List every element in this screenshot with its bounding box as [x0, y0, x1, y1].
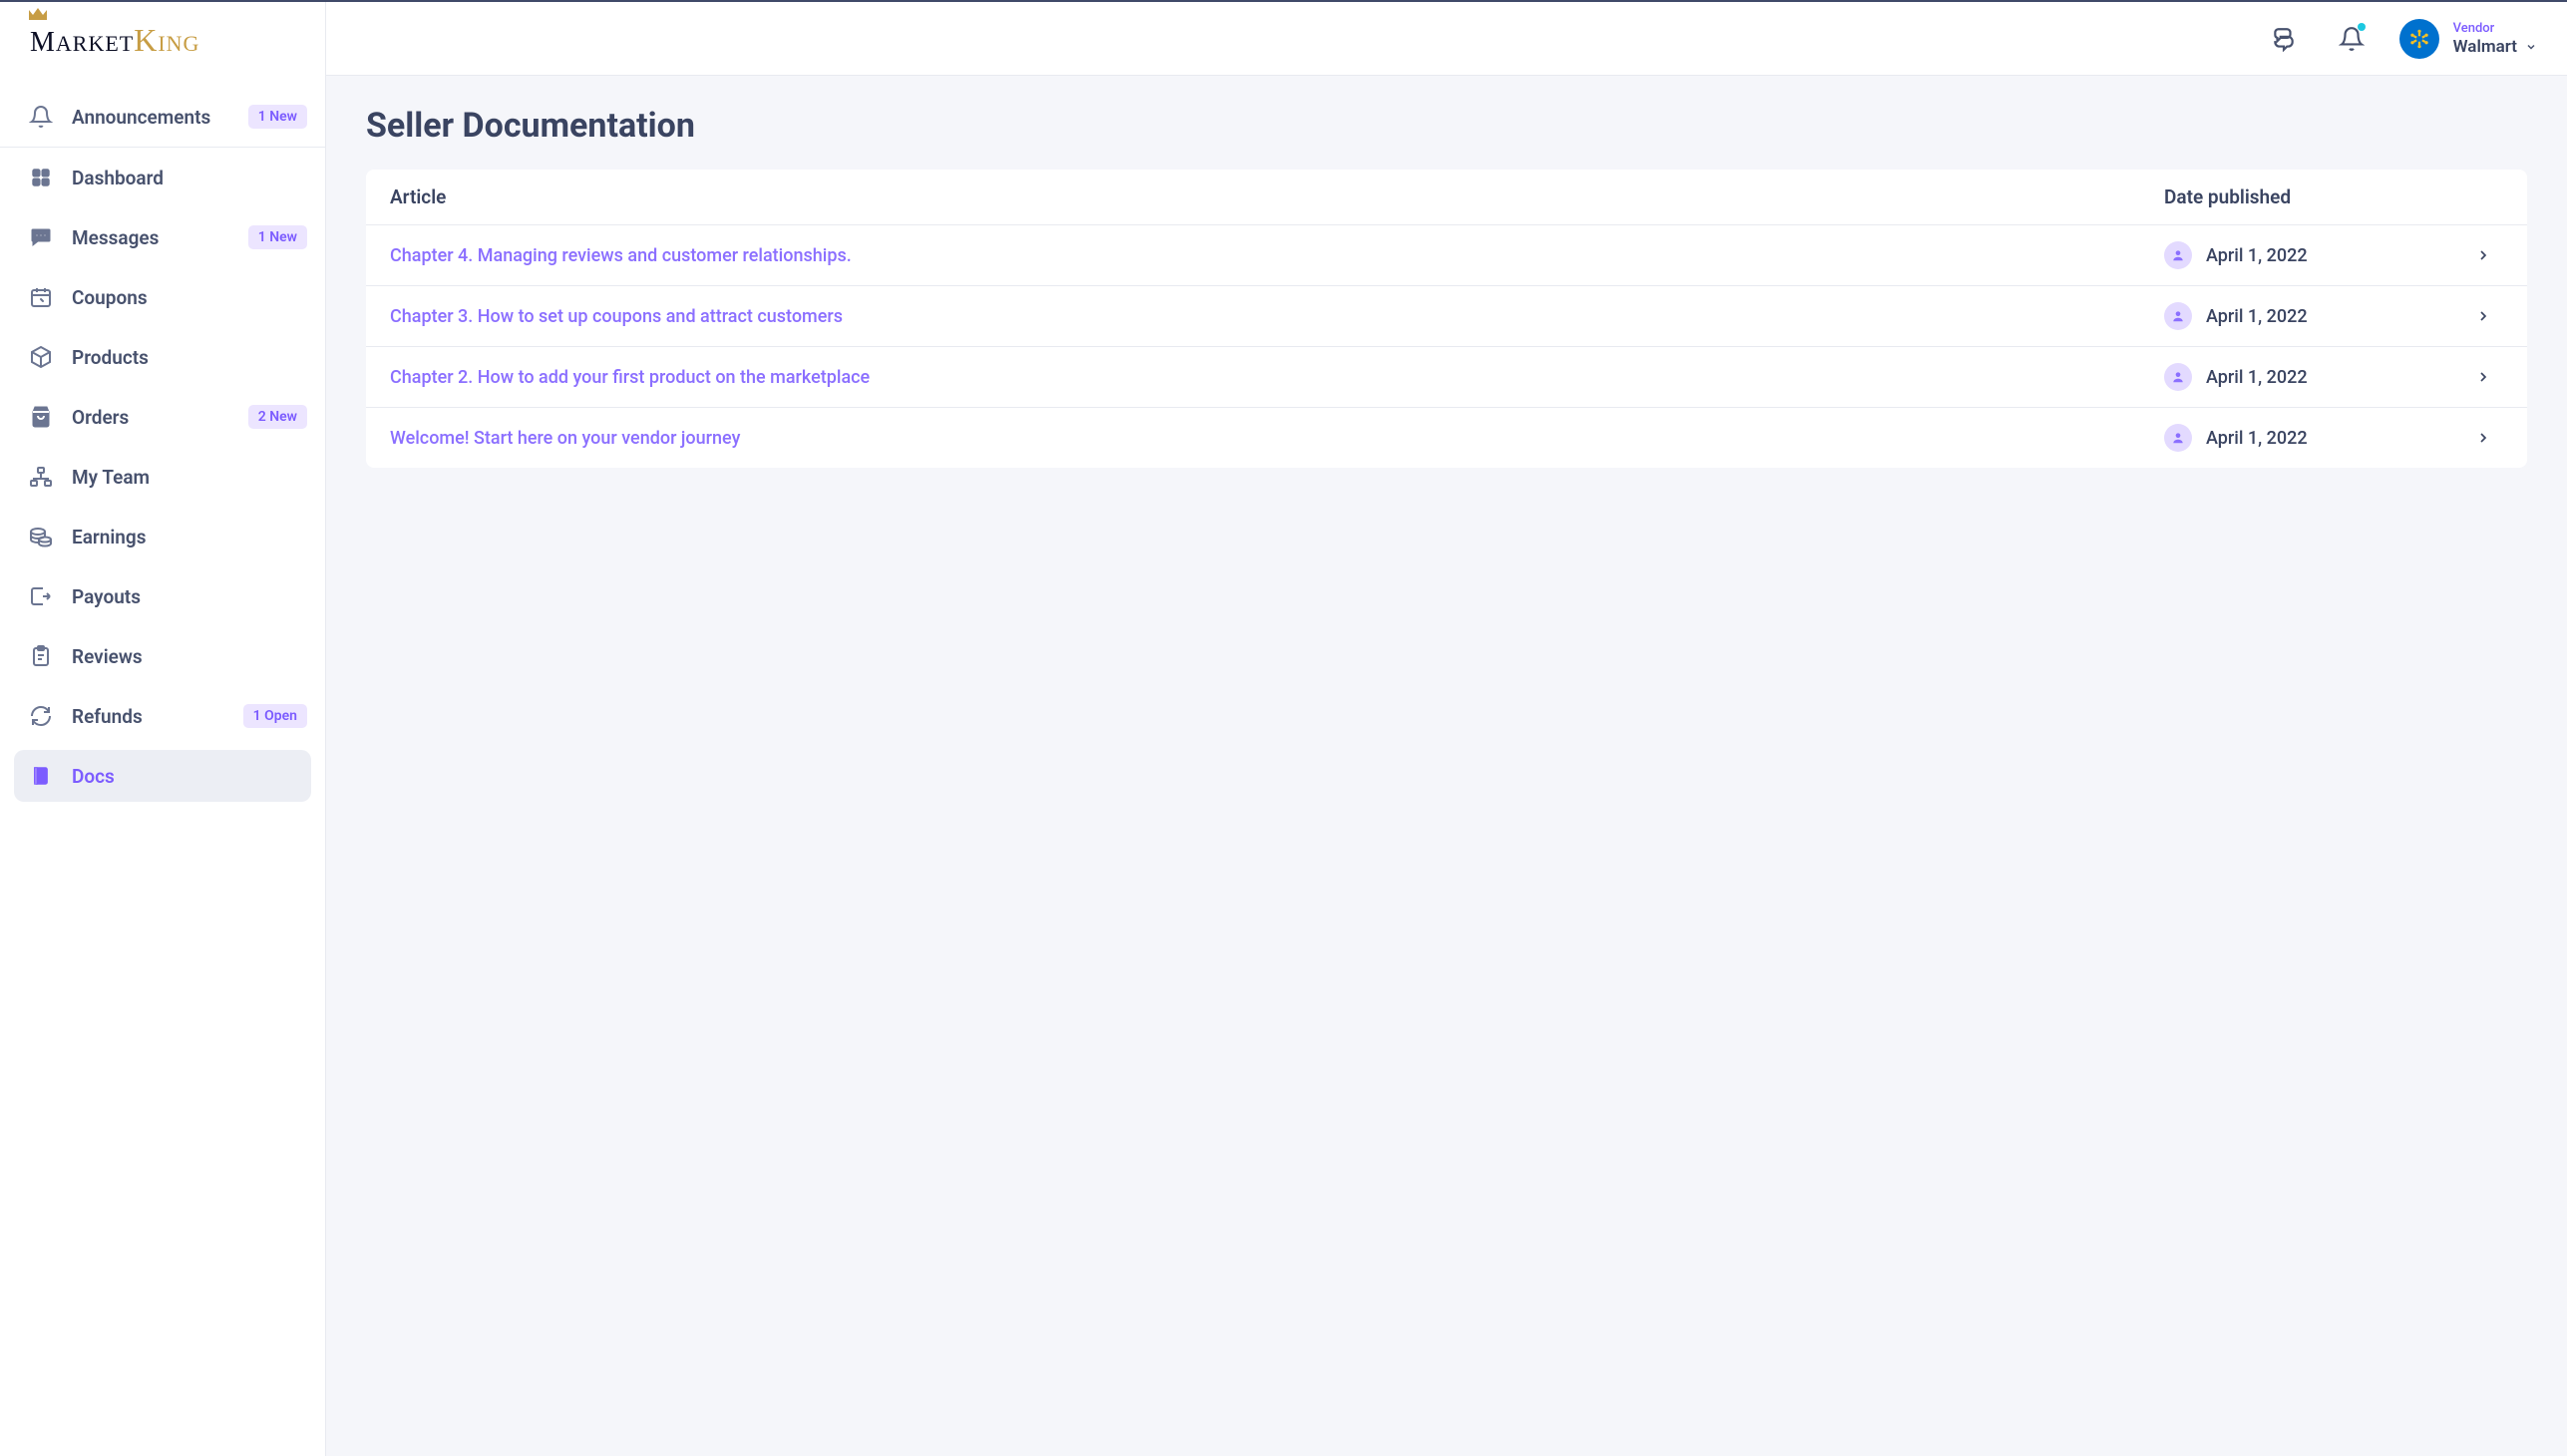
article-date: April 1, 2022: [2206, 367, 2308, 388]
chevron-right-icon: [2463, 430, 2503, 446]
col-header-date: Date published: [2164, 185, 2463, 208]
notifications-button[interactable]: [2332, 19, 2372, 59]
article-date: April 1, 2022: [2206, 245, 2308, 266]
sidebar-item-label: Earnings: [72, 526, 307, 548]
bell-icon: [28, 104, 54, 130]
avatar: [2399, 19, 2439, 59]
sidebar-item-label: Reviews: [72, 645, 307, 668]
notification-dot: [2358, 23, 2366, 31]
clipboard-icon: [28, 643, 54, 669]
sidebar-item-messages[interactable]: Messages 1 New: [0, 207, 325, 267]
sidebar-item-label: Announcements: [72, 106, 230, 129]
sidebar-item-label: Docs: [72, 765, 293, 788]
calendar-icon: [28, 284, 54, 310]
topbar: Vendor Walmart: [326, 2, 2567, 76]
sidebar-item-earnings[interactable]: Earnings: [0, 507, 325, 566]
bag-icon: [28, 404, 54, 430]
sidebar-item-orders[interactable]: Orders 2 New: [0, 387, 325, 447]
sidebar-item-label: Products: [72, 346, 307, 369]
sidebar-item-label: Payouts: [72, 585, 307, 608]
grid-icon: [28, 165, 54, 190]
account-role: Vendor: [2453, 21, 2537, 36]
sidebar-item-products[interactable]: Products: [0, 327, 325, 387]
page-title: Seller Documentation: [366, 106, 2527, 146]
sidebar-item-payouts[interactable]: Payouts: [0, 566, 325, 626]
team-icon: [28, 464, 54, 490]
logo[interactable]: MARKETKING: [0, 2, 325, 77]
article-date: April 1, 2022: [2206, 306, 2308, 327]
sidebar-item-docs[interactable]: Docs: [14, 750, 311, 802]
logo-market-text: ARKET: [56, 31, 134, 56]
sidebar-item-dashboard[interactable]: Dashboard: [0, 148, 325, 207]
article-date: April 1, 2022: [2206, 428, 2308, 449]
book-icon: [28, 763, 54, 789]
sidebar-item-label: Messages: [72, 226, 230, 249]
article-title: Chapter 3. How to set up coupons and att…: [390, 306, 2164, 327]
sidebar-item-label: Dashboard: [72, 167, 307, 189]
sidebar-item-my-team[interactable]: My Team: [0, 447, 325, 507]
sidebar-item-label: Orders: [72, 406, 230, 429]
chevron-right-icon: [2463, 247, 2503, 263]
sidebar-item-refunds[interactable]: Refunds 1 Open: [0, 686, 325, 746]
payout-icon: [28, 583, 54, 609]
col-header-article: Article: [390, 185, 2164, 208]
article-title: Chapter 4. Managing reviews and customer…: [390, 245, 2164, 266]
sidebar-item-coupons[interactable]: Coupons: [0, 267, 325, 327]
sidebar-item-label: Coupons: [72, 286, 307, 309]
table-row[interactable]: Chapter 3. How to set up coupons and att…: [366, 286, 2527, 347]
account-name: Walmart: [2453, 37, 2517, 57]
author-avatar-icon: [2164, 241, 2192, 269]
sidebar-item-badge: 2 New: [248, 405, 307, 429]
sidebar-item-badge: 1 New: [248, 225, 307, 249]
box-icon: [28, 344, 54, 370]
sidebar-item-badge: 1 Open: [243, 704, 307, 728]
sidebar-item-reviews[interactable]: Reviews: [0, 626, 325, 686]
sidebar-item-label: My Team: [72, 466, 307, 489]
coins-icon: [28, 524, 54, 549]
article-title: Welcome! Start here on your vendor journ…: [390, 428, 2164, 449]
chevron-down-icon: [2525, 41, 2537, 53]
articles-table: Article Date published Chapter 4. Managi…: [366, 170, 2527, 468]
crown-icon: [27, 6, 49, 22]
sidebar-item-label: Refunds: [72, 705, 225, 728]
sidebar: MARKETKING Announcements 1 New: [0, 2, 326, 1456]
author-avatar-icon: [2164, 424, 2192, 452]
table-row[interactable]: Chapter 4. Managing reviews and customer…: [366, 225, 2527, 286]
table-row[interactable]: Chapter 2. How to add your first product…: [366, 347, 2527, 408]
table-header: Article Date published: [366, 170, 2527, 225]
chevron-right-icon: [2463, 369, 2503, 385]
account-dropdown[interactable]: Vendor Walmart: [2399, 19, 2537, 59]
refresh-icon: [28, 703, 54, 729]
author-avatar-icon: [2164, 363, 2192, 391]
chevron-right-icon: [2463, 308, 2503, 324]
article-title: Chapter 2. How to add your first product…: [390, 367, 2164, 388]
sidebar-item-badge: 1 New: [248, 105, 307, 129]
author-avatar-icon: [2164, 302, 2192, 330]
chat-icon: [28, 224, 54, 250]
messages-button[interactable]: [2264, 19, 2304, 59]
sidebar-item-announcements[interactable]: Announcements 1 New: [0, 87, 325, 147]
table-row[interactable]: Welcome! Start here on your vendor journ…: [366, 408, 2527, 468]
